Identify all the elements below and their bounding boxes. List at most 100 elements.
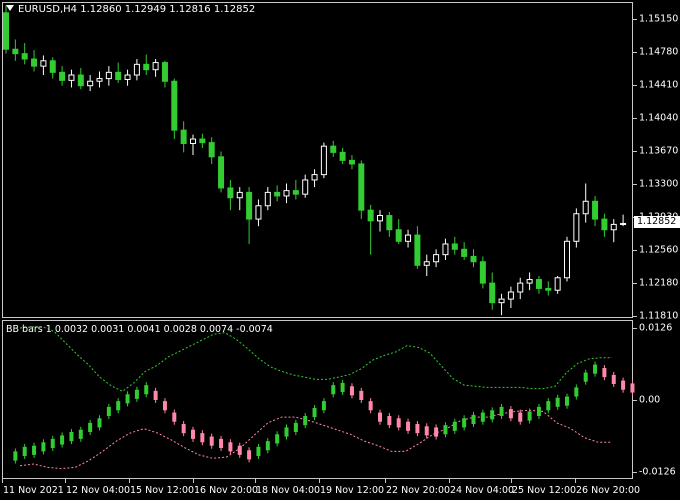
indicator-bar-body — [106, 406, 111, 416]
time-tick-label: 19 Nov 12:00 — [320, 485, 385, 496]
indicator-bar-body — [69, 432, 74, 442]
indicator-bar-body — [602, 368, 607, 378]
indicator-bar-body — [237, 445, 242, 455]
candle-body — [115, 71, 122, 80]
candle-body — [330, 145, 337, 153]
candle-body — [470, 255, 477, 263]
indicator-bar-body — [490, 410, 495, 420]
price-chart — [3, 5, 635, 470]
indicator-bar-body — [22, 446, 27, 456]
candle-body — [573, 213, 580, 242]
indicator-bar-body — [527, 411, 532, 421]
candle-body — [105, 71, 112, 80]
indicator-bar-body — [303, 416, 308, 426]
indicator-bar-body — [452, 421, 457, 431]
price-tick-mark — [633, 184, 637, 185]
indicator-bar-body — [321, 401, 326, 411]
candle-body — [479, 261, 486, 284]
candle-body — [601, 218, 608, 231]
candle-body — [302, 179, 309, 195]
price-tick-mark — [633, 19, 637, 20]
indicator-bar-body — [359, 390, 364, 400]
indicator-title: BB bars 1 0.0032 0.0031 0.0041 0.0028 0.… — [6, 324, 273, 335]
candle-body — [143, 63, 150, 71]
indicator-tick-mark — [633, 472, 637, 473]
low-value: 1.12816 — [169, 4, 211, 15]
candle-body — [96, 78, 103, 82]
open-value: 1.12860 — [80, 4, 122, 15]
indicator-bar-body — [144, 385, 149, 395]
candle-body — [358, 163, 365, 211]
candle-body — [339, 151, 346, 161]
indicator-bar-body — [565, 396, 569, 406]
indicator-bar-body — [546, 401, 551, 411]
candle-body — [274, 191, 281, 197]
time-tick-mark — [2, 479, 3, 483]
candle-body — [320, 145, 327, 176]
chart-menu-triangle-icon[interactable] — [6, 5, 14, 11]
candle-body — [348, 159, 355, 165]
time-tick-mark — [129, 479, 130, 483]
candle-body — [535, 279, 542, 289]
price-tick-label: 1.13300 — [639, 178, 679, 190]
indicator-bar-body — [275, 434, 280, 444]
time-tick-mark — [449, 479, 450, 483]
indicator-bar-body — [443, 425, 448, 435]
indicator-bar-body — [621, 380, 626, 390]
price-tick-label: 1.13670 — [639, 145, 679, 157]
price-tick-label: 1.14410 — [639, 79, 679, 91]
candle-body — [152, 62, 159, 71]
indicator-tick-label: 0.0126 — [639, 322, 673, 334]
candle-body — [246, 191, 253, 220]
indicator-bar-body — [508, 409, 513, 419]
candle-body — [40, 60, 47, 67]
candle-body — [190, 138, 196, 144]
indicator-bar-body — [13, 451, 18, 461]
indicator-bar-body — [387, 416, 392, 426]
indicator-bar-body — [415, 424, 420, 434]
indicator-bar-body — [219, 438, 224, 448]
indicator-bar-body — [162, 401, 167, 411]
price-tick-mark — [633, 283, 637, 284]
indicator-bar-body — [228, 442, 233, 452]
candle-body — [21, 53, 28, 60]
candle-body — [582, 200, 589, 215]
price-tick-mark — [633, 85, 637, 86]
candle-body — [498, 298, 505, 304]
indicator-bar-body — [247, 450, 252, 460]
candle-body — [451, 243, 458, 250]
candle-body — [620, 223, 627, 226]
time-tick-mark — [65, 479, 66, 483]
time-tick-label: 25 Nov 12:00 — [512, 485, 577, 496]
candle-body — [377, 215, 383, 222]
indicator-tick-label: 0.00 — [639, 394, 661, 406]
indicator-bar-body — [284, 427, 289, 437]
price-tick-mark — [633, 250, 637, 251]
upper-band-line — [19, 326, 612, 392]
indicator-bar-body — [116, 401, 121, 411]
indicator-bar-body — [181, 424, 186, 434]
time-tick-label: 22 Nov 20:00 — [386, 485, 451, 496]
price-tick-label: 1.12180 — [639, 277, 679, 289]
candle-body — [592, 200, 599, 220]
indicator-bar-body — [555, 397, 560, 407]
indicator-bar-body — [583, 372, 588, 382]
candle-body — [433, 254, 440, 263]
indicator-bar-body — [368, 401, 373, 411]
candle-body — [171, 80, 178, 131]
candle-body — [517, 282, 524, 293]
candle-body — [283, 190, 290, 197]
indicator-bar-body — [499, 406, 504, 416]
indicator-bar-body — [349, 386, 354, 396]
candle-body — [414, 234, 421, 266]
time-tick-mark — [575, 479, 576, 483]
close-value: 1.12852 — [213, 4, 256, 15]
indicator-bar-body — [134, 389, 139, 399]
indicator-bar-body — [630, 383, 635, 393]
time-tick-label: 18 Nov 04:00 — [256, 485, 321, 496]
candle-body — [292, 190, 299, 195]
indicator-bar-body — [406, 421, 411, 431]
candle-body — [489, 282, 496, 304]
price-tick-mark — [633, 118, 637, 119]
time-tick-mark — [319, 479, 320, 483]
